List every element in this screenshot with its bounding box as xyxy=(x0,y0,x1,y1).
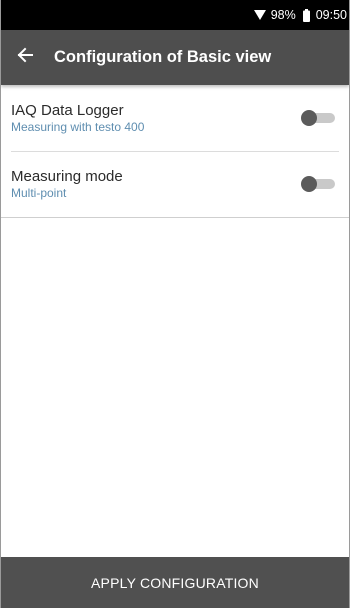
list-divider xyxy=(1,217,349,218)
battery-percent: 98% xyxy=(270,8,296,22)
apply-configuration-button[interactable]: APPLY CONFIGURATION xyxy=(1,557,349,608)
status-bar: 98% 09:50 xyxy=(1,0,349,30)
setting-label: Measuring mode xyxy=(11,168,123,185)
page-title: Configuration of Basic view xyxy=(54,48,272,66)
battery-icon xyxy=(302,8,310,22)
iaq-data-logger-toggle[interactable] xyxy=(301,110,335,126)
settings-list: IAQ Data Logger Measuring with testo 400… xyxy=(1,85,349,218)
screen: 98% 09:50 Configuration of Basic view IA… xyxy=(0,0,350,608)
setting-label: IAQ Data Logger xyxy=(11,102,124,119)
measuring-mode-toggle[interactable] xyxy=(301,176,335,192)
back-button[interactable] xyxy=(3,30,47,85)
wifi-icon xyxy=(253,10,266,20)
arrow-back-icon xyxy=(17,47,33,68)
setting-iaq-data-logger[interactable]: IAQ Data Logger Measuring with testo 400 xyxy=(1,85,349,151)
setting-subtitle: Measuring with testo 400 xyxy=(11,120,145,134)
setting-subtitle: Multi-point xyxy=(11,186,67,200)
app-bar: Configuration of Basic view xyxy=(1,30,349,85)
setting-measuring-mode[interactable]: Measuring mode Multi-point xyxy=(1,151,349,217)
clock: 09:50 xyxy=(315,8,347,22)
